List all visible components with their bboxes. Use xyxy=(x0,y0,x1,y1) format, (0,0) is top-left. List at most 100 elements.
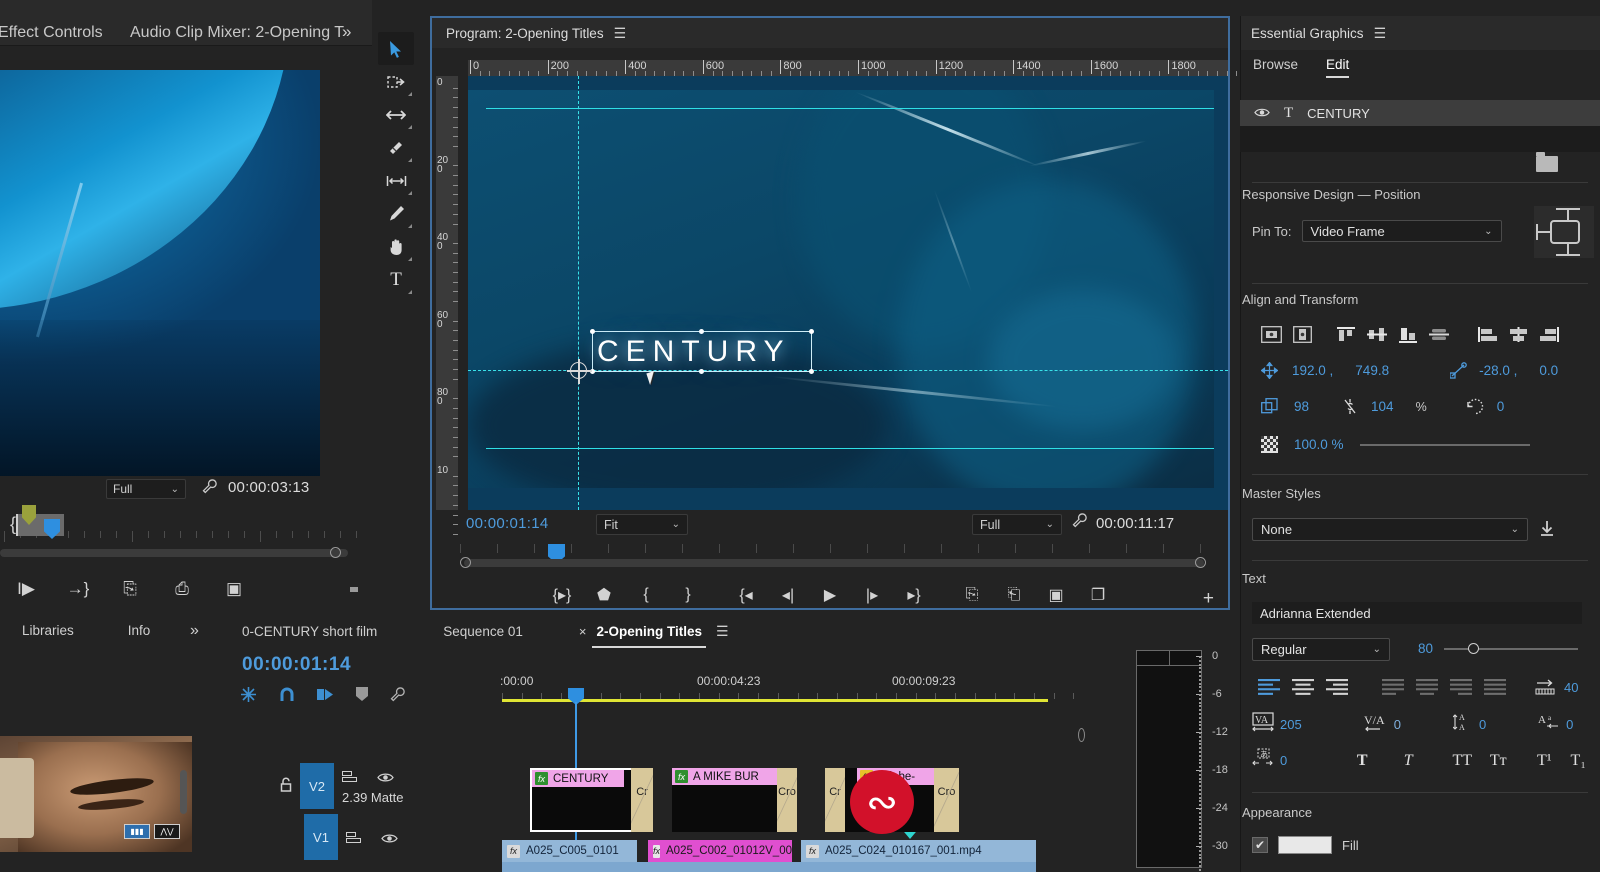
tsume-value[interactable]: 0 xyxy=(1280,753,1287,768)
tab-browse[interactable]: Browse xyxy=(1253,57,1298,76)
scale-icon[interactable] xyxy=(1256,398,1282,415)
fill-checkbox[interactable]: ✔ xyxy=(1252,837,1268,853)
slip-tool[interactable] xyxy=(378,164,414,197)
tab-close-icon[interactable]: × xyxy=(579,624,587,639)
align-middle-icon[interactable] xyxy=(1361,322,1392,346)
subscript-button[interactable]: T₁ xyxy=(1563,752,1593,770)
program-add-marker-button[interactable]: ⬟ xyxy=(583,585,625,605)
scale-x-value[interactable]: 98 xyxy=(1294,399,1309,414)
superscript-button[interactable]: T¹ xyxy=(1529,752,1559,770)
anchor-x-value[interactable]: -28.0 , xyxy=(1479,363,1517,378)
source-insert-button[interactable]: ⎘ xyxy=(104,579,156,599)
all-caps-button[interactable]: TT xyxy=(1445,752,1479,770)
pin-to-dropdown[interactable]: Video Frame ⌄ xyxy=(1301,220,1502,242)
eye-icon[interactable] xyxy=(381,831,398,847)
program-zoom-scrollbar[interactable] xyxy=(460,556,1208,570)
selection-tool[interactable] xyxy=(378,32,414,65)
audio-clip-3[interactable]: fx A025_C024_010167_001.mp4 xyxy=(801,840,1036,862)
font-style-dropdown[interactable]: Regular ⌄ xyxy=(1252,638,1390,661)
track-header-v1[interactable]: V1 xyxy=(240,812,488,862)
source-monitor-video[interactable] xyxy=(0,70,320,476)
program-extract-button[interactable]: ⎗ xyxy=(993,586,1035,604)
font-size-value[interactable]: 80 xyxy=(1418,641,1433,656)
tab-effect-controls[interactable]: Effect Controls xyxy=(0,24,103,42)
transition-cross-dissolve-1[interactable]: Cr xyxy=(631,768,653,832)
program-step-forward-button[interactable]: |▸ xyxy=(851,585,893,605)
program-monitor-canvas[interactable]: CENTURY xyxy=(468,76,1228,510)
program-go-to-in-button[interactable]: {◂ xyxy=(725,585,767,605)
vertical-scale-icon[interactable]: Aa xyxy=(1538,712,1560,737)
video-badge-icon[interactable]: ▮▮▮ xyxy=(124,824,150,839)
program-go-to-out-button[interactable]: ▸} xyxy=(893,585,935,605)
eye-icon[interactable] xyxy=(1254,106,1270,121)
timeline-hamburger-icon[interactable]: ☰ xyxy=(716,623,729,640)
justify-left-icon[interactable] xyxy=(1376,676,1410,698)
scale-y-value[interactable]: 104 xyxy=(1371,399,1394,414)
timeline-scroll-handle[interactable] xyxy=(1078,728,1085,742)
timeline-ruler[interactable]: :00:00 00:00:04:23 00:00:09:23 xyxy=(500,674,1084,700)
century-title-text[interactable]: CENTURY xyxy=(597,335,790,369)
folder-icon[interactable] xyxy=(1536,152,1558,172)
program-monitor-title[interactable]: Program: 2-Opening Titles xyxy=(446,26,604,41)
timeline-work-area-bar[interactable] xyxy=(502,699,1048,702)
align-right-icon[interactable] xyxy=(1320,676,1354,698)
program-fit-dropdown[interactable]: Fit ⌄ xyxy=(596,514,688,535)
align-top-icon[interactable] xyxy=(1330,322,1361,346)
program-video-frame[interactable] xyxy=(468,90,1214,488)
source-scale-dropdown[interactable]: Full ⌄ xyxy=(106,479,186,499)
program-comparison-view-button[interactable]: ❐ xyxy=(1077,585,1119,605)
handle-top-left[interactable] xyxy=(590,329,595,334)
tracking-value[interactable]: 205 xyxy=(1280,717,1302,732)
kerning-value[interactable]: 0 xyxy=(1394,717,1401,732)
track-lock-icon[interactable] xyxy=(280,777,292,796)
timeline-playhead-timecode[interactable]: 00:00:01:14 xyxy=(242,654,351,676)
hamburger-icon[interactable]: ☰ xyxy=(1374,25,1387,42)
faux-italic-button[interactable]: T xyxy=(1393,752,1423,770)
tab-libraries[interactable]: Libraries xyxy=(22,623,74,638)
pin-preview-widget[interactable] xyxy=(1534,206,1594,258)
pin-bottom-connector[interactable] xyxy=(1567,244,1569,256)
essential-graphics-title[interactable]: Essential Graphics xyxy=(1251,26,1364,41)
source-zoom-knob-right[interactable] xyxy=(330,547,341,558)
align-center-icon[interactable] xyxy=(1286,676,1320,698)
program-play-stop-button[interactable]: ▶ xyxy=(809,585,851,605)
align-center-vertically-icon[interactable] xyxy=(1287,322,1318,346)
leading-value[interactable]: 40 xyxy=(1564,680,1578,695)
program-lift-button[interactable]: ⎘ xyxy=(951,586,993,604)
sync-lock-icon[interactable] xyxy=(342,770,357,786)
distribute-vertical-icon[interactable] xyxy=(1423,322,1454,346)
opacity-value[interactable]: 100.0 % xyxy=(1294,437,1344,452)
opacity-icon[interactable] xyxy=(1256,436,1282,453)
baseline-shift-value[interactable]: 0 xyxy=(1479,717,1486,732)
audio-badge-icon[interactable]: ⋀⋁ xyxy=(154,824,180,839)
type-tool[interactable]: T xyxy=(378,263,414,296)
source-overwrite-button[interactable]: ⎙ xyxy=(156,579,208,599)
program-ruler-ticks[interactable] xyxy=(460,542,1208,556)
tsume-icon[interactable]: あ xyxy=(1252,748,1274,773)
captions-icon[interactable] xyxy=(317,687,334,708)
unlink-icon[interactable] xyxy=(1337,398,1363,415)
align-right-icon[interactable] xyxy=(1534,322,1565,346)
pin-left-connector[interactable] xyxy=(1536,231,1550,233)
program-mark-out-button[interactable]: } xyxy=(667,586,709,604)
libraries-scrollbar[interactable] xyxy=(180,770,187,814)
program-duration-timecode[interactable]: 00:00:11:17 xyxy=(1096,515,1174,532)
position-y-value[interactable]: 749.8 xyxy=(1355,363,1389,378)
font-size-slider-knob[interactable] xyxy=(1468,643,1479,654)
handle-top-right[interactable] xyxy=(809,329,814,334)
align-center-icon[interactable] xyxy=(1503,322,1534,346)
anchor-y-value[interactable]: 0.0 xyxy=(1539,363,1558,378)
font-family-field[interactable]: Adrianna Extended xyxy=(1252,602,1582,624)
align-left-icon[interactable] xyxy=(1252,676,1286,698)
program-step-back-button[interactable]: ◂| xyxy=(767,585,809,605)
tab-sequence-01[interactable]: Sequence 01 xyxy=(443,624,523,639)
anchor-point-icon[interactable] xyxy=(1445,362,1471,379)
transition-cross-dissolve-2[interactable]: Cro xyxy=(777,768,797,832)
transition-cross-dissolve-4[interactable]: Cro xyxy=(934,768,959,832)
ripple-edit-tool[interactable] xyxy=(378,98,414,131)
track-header-v2[interactable]: V2 2.39 Matte xyxy=(240,760,488,812)
leading-icon[interactable] xyxy=(1528,676,1562,698)
source-duration-timecode[interactable]: 00:00:03:13 xyxy=(228,479,309,496)
anchor-point-icon[interactable] xyxy=(567,359,592,384)
opacity-slider[interactable] xyxy=(1359,443,1530,446)
